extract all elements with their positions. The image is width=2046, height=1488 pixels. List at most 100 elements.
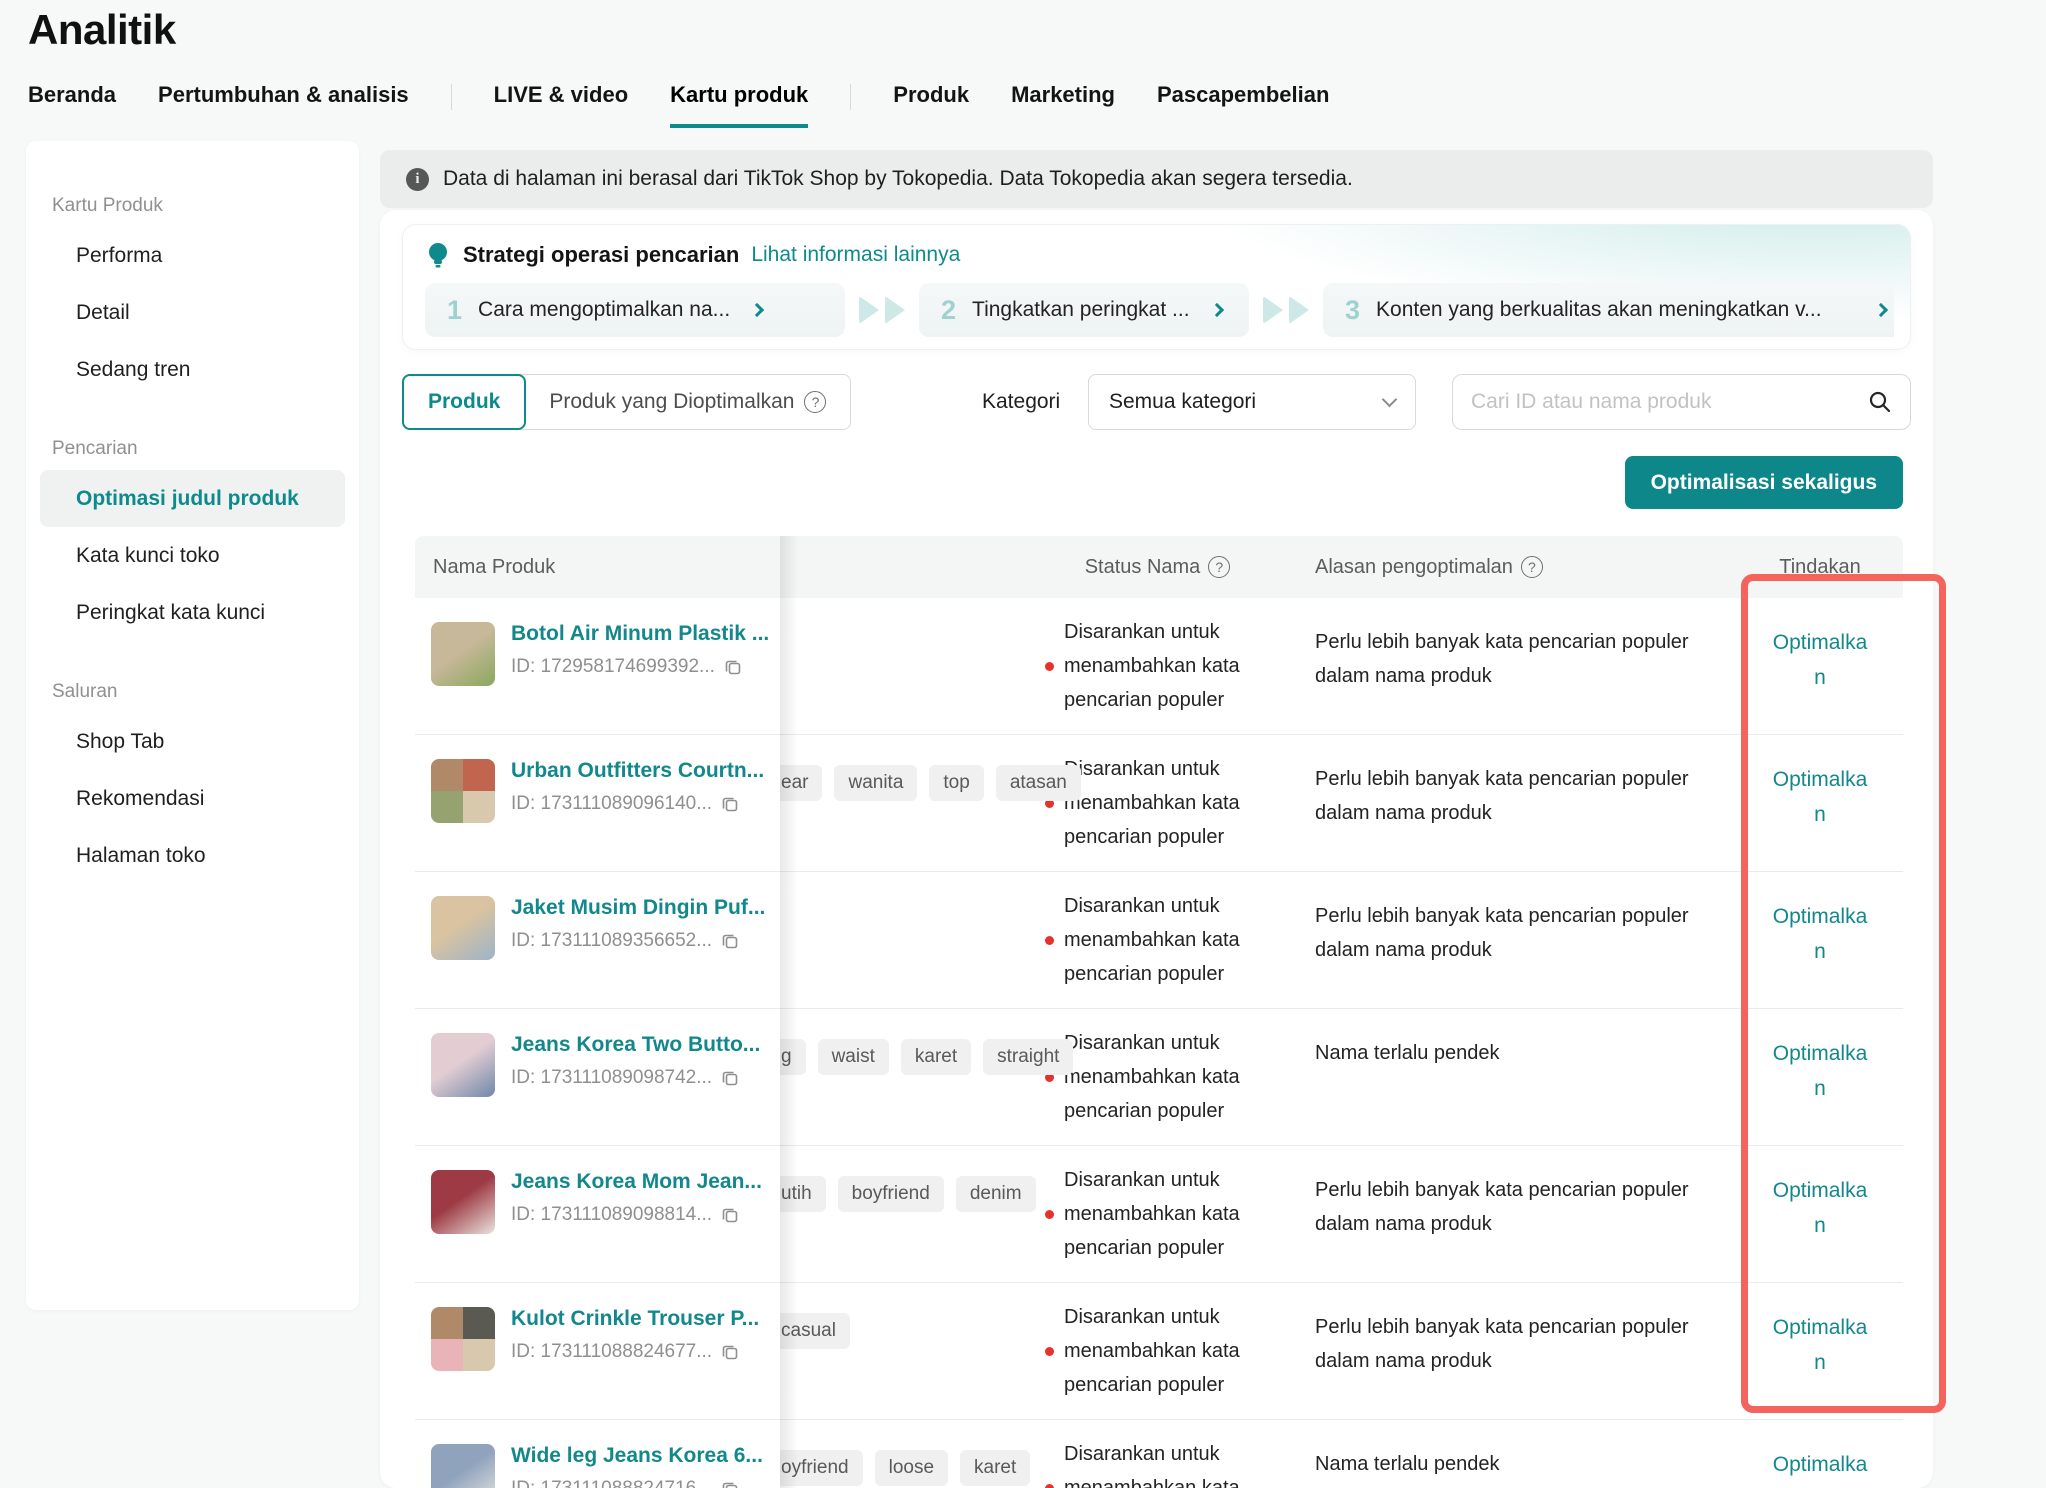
product-info: Jaket Musim Dingin Puf...ID: 17311108935… bbox=[511, 896, 765, 1008]
nav-item-kartu-produk[interactable]: Kartu produk bbox=[670, 82, 808, 128]
table-row: gwaistkaretstraight Jeans Korea Two Butto… bbox=[415, 1009, 1903, 1146]
sidebar-item-shop-tab[interactable]: Shop Tab bbox=[26, 713, 359, 770]
copy-icon[interactable] bbox=[720, 794, 740, 814]
product-name-link[interactable]: Botol Air Minum Plastik ... bbox=[511, 622, 769, 646]
strategy-step-3[interactable]: 3 Konten yang berkualitas akan meningkat… bbox=[1323, 283, 1894, 337]
table-row: utihboyfrienddenimJeans Korea Mom Jean..… bbox=[415, 1146, 1903, 1283]
reason-cell: Perlu lebih banyak kata pencarian popule… bbox=[1315, 762, 1725, 830]
copy-icon[interactable] bbox=[723, 657, 743, 677]
status-text: Disarankan untuk menambahkan kata pencar… bbox=[1064, 615, 1250, 717]
product-thumbnail bbox=[431, 759, 495, 823]
product-info: Jeans Korea Mom Jean... ID: 1731110890988… bbox=[511, 1170, 762, 1282]
lightbulb-icon bbox=[425, 241, 451, 269]
table-row: Jaket Musim Dingin Puf...ID: 17311108935… bbox=[415, 872, 1903, 1009]
nav-divider bbox=[451, 84, 452, 110]
product-thumbnail bbox=[431, 1307, 495, 1371]
help-icon[interactable]: ? bbox=[1208, 556, 1230, 578]
action-cell: Optimalkan bbox=[1745, 625, 1895, 695]
product-name-link[interactable]: Jeans Korea Two Butto... bbox=[511, 1033, 760, 1057]
copy-icon[interactable] bbox=[720, 931, 740, 951]
table-row: oyfriendloosekaretWide leg Jeans Korea 6… bbox=[415, 1420, 1903, 1488]
strategy-more-link[interactable]: Lihat informasi lainnya bbox=[751, 243, 960, 267]
search-input[interactable] bbox=[1471, 390, 1858, 414]
optimize-link[interactable]: Optimalkan bbox=[1769, 1447, 1871, 1488]
optimize-link[interactable]: Optimalkan bbox=[1769, 1173, 1871, 1243]
step-label: Konten yang berkualitas akan meningkatka… bbox=[1376, 298, 1854, 322]
product-name-link[interactable]: Urban Outfitters Courtn... bbox=[511, 759, 764, 783]
sidebar-item-kata-kunci-toko[interactable]: Kata kunci toko bbox=[26, 527, 359, 584]
table-row: casualKulot Crinkle Trouser P...ID: 1731… bbox=[415, 1283, 1903, 1420]
info-banner: i Data di halaman ini berasal dari TikTo… bbox=[380, 150, 1933, 208]
tag-pill: boyfriend bbox=[838, 1176, 944, 1212]
nav-item-marketing[interactable]: Marketing bbox=[1011, 82, 1115, 124]
copy-icon[interactable] bbox=[720, 1068, 740, 1088]
nav-item-live-video[interactable]: LIVE & video bbox=[494, 82, 628, 124]
sidebar-item-sedang-tren[interactable]: Sedang tren bbox=[26, 341, 359, 398]
product-id: ID: 172958174699392... bbox=[511, 656, 769, 678]
step-number: 3 bbox=[1345, 295, 1360, 326]
sidebar-item-rekomendasi[interactable]: Rekomendasi bbox=[26, 770, 359, 827]
product-tabs: Produk Produk yang Dioptimalkan ? bbox=[402, 374, 851, 430]
product-name-link[interactable]: Kulot Crinkle Trouser P... bbox=[511, 1307, 759, 1331]
status-text: Disarankan untuk menambahkan kata pencar… bbox=[1064, 1300, 1250, 1402]
tab-label: Produk yang Dioptimalkan bbox=[549, 390, 794, 414]
copy-icon[interactable] bbox=[720, 1342, 740, 1362]
sidebar-item-peringkat-kata-kunci[interactable]: Peringkat kata kunci bbox=[26, 584, 359, 641]
help-icon[interactable]: ? bbox=[1521, 556, 1543, 578]
optimize-link[interactable]: Optimalkan bbox=[1769, 1310, 1871, 1380]
status-dot-icon bbox=[1045, 1484, 1054, 1488]
sidebar-item-performa[interactable]: Performa bbox=[26, 227, 359, 284]
product-tags: oyfriendloosekaret bbox=[767, 1450, 1030, 1486]
tab-produk-dioptimalkan[interactable]: Produk yang Dioptimalkan ? bbox=[525, 375, 850, 429]
tab-produk[interactable]: Produk bbox=[402, 374, 526, 430]
action-cell: Optimalkan bbox=[1745, 899, 1895, 969]
step-arrows bbox=[859, 296, 905, 324]
product-id: ID: 173111088824716... bbox=[511, 1478, 763, 1488]
product-name-link[interactable]: Wide leg Jeans Korea 6... bbox=[511, 1444, 763, 1468]
product-name-link[interactable]: Jaket Musim Dingin Puf... bbox=[511, 896, 765, 920]
bulk-optimize-button[interactable]: Optimalisasi sekaligus bbox=[1625, 456, 1903, 509]
search-icon[interactable] bbox=[1868, 390, 1892, 414]
tag-pill: waist bbox=[818, 1039, 889, 1075]
product-name-link[interactable]: Jeans Korea Mom Jean... bbox=[511, 1170, 762, 1194]
table-row: earwanitatopatasanUrban Outfitters Court… bbox=[415, 735, 1903, 872]
products-table: Nama Produk Status Nama ? Alasan pengopt… bbox=[415, 536, 1903, 1488]
tag-pill: straight bbox=[983, 1039, 1073, 1075]
analytics-page: Analitik BerandaPertumbuhan & analisisLI… bbox=[0, 0, 2046, 1488]
status-text: Disarankan untuk menambahkan kata pencar… bbox=[1064, 889, 1250, 991]
product-tags: gwaistkaretstraight bbox=[767, 1039, 1073, 1075]
tab-label: Produk bbox=[428, 390, 500, 414]
reason-cell: Nama terlalu pendek bbox=[1315, 1036, 1725, 1070]
status-dot-icon bbox=[1045, 1347, 1054, 1356]
category-value: Semua kategori bbox=[1109, 390, 1256, 414]
strategy-step-1[interactable]: 1 Cara mengoptimalkan na... bbox=[425, 283, 845, 337]
nav-item-pertumbuhan-analisis[interactable]: Pertumbuhan & analisis bbox=[158, 82, 409, 124]
copy-icon[interactable] bbox=[720, 1479, 740, 1488]
strategy-card: Strategi operasi pencarian Lihat informa… bbox=[402, 224, 1911, 350]
product-id: ID: 173111089098814... bbox=[511, 1204, 762, 1226]
tag-pill: atasan bbox=[996, 765, 1081, 801]
category-select[interactable]: Semua kategori bbox=[1088, 374, 1416, 430]
chevron-right-icon bbox=[750, 303, 764, 317]
action-cell: Optimalkan bbox=[1745, 1310, 1895, 1380]
nav-item-beranda[interactable]: Beranda bbox=[28, 82, 116, 124]
status-dot-icon bbox=[1045, 662, 1054, 671]
nav-item-produk[interactable]: Produk bbox=[893, 82, 969, 124]
copy-icon[interactable] bbox=[720, 1205, 740, 1225]
status-text: Disarankan untuk menambahkan kata pencar… bbox=[1064, 1026, 1250, 1128]
help-icon[interactable]: ? bbox=[804, 391, 826, 413]
sidebar-item-halaman-toko[interactable]: Halaman toko bbox=[26, 827, 359, 884]
product-name-cell: Kulot Crinkle Trouser P...ID: 1731110888… bbox=[415, 1283, 780, 1419]
sidebar-item-optimasi-judul-produk[interactable]: Optimasi judul produk bbox=[40, 470, 345, 527]
product-thumbnail bbox=[431, 1444, 495, 1488]
nav-divider bbox=[850, 84, 851, 110]
optimize-link[interactable]: Optimalkan bbox=[1769, 1036, 1871, 1106]
optimize-link[interactable]: Optimalkan bbox=[1769, 762, 1871, 832]
nav-item-pascapembelian[interactable]: Pascapembelian bbox=[1157, 82, 1329, 124]
reason-cell: Perlu lebih banyak kata pencarian popule… bbox=[1315, 1173, 1725, 1241]
col-header-alasan: Alasan pengoptimalan ? bbox=[1315, 536, 1543, 598]
sidebar-item-detail[interactable]: Detail bbox=[26, 284, 359, 341]
optimize-link[interactable]: Optimalkan bbox=[1769, 899, 1871, 969]
strategy-step-2[interactable]: 2 Tingkatkan peringkat ... bbox=[919, 283, 1249, 337]
optimize-link[interactable]: Optimalkan bbox=[1769, 625, 1871, 695]
